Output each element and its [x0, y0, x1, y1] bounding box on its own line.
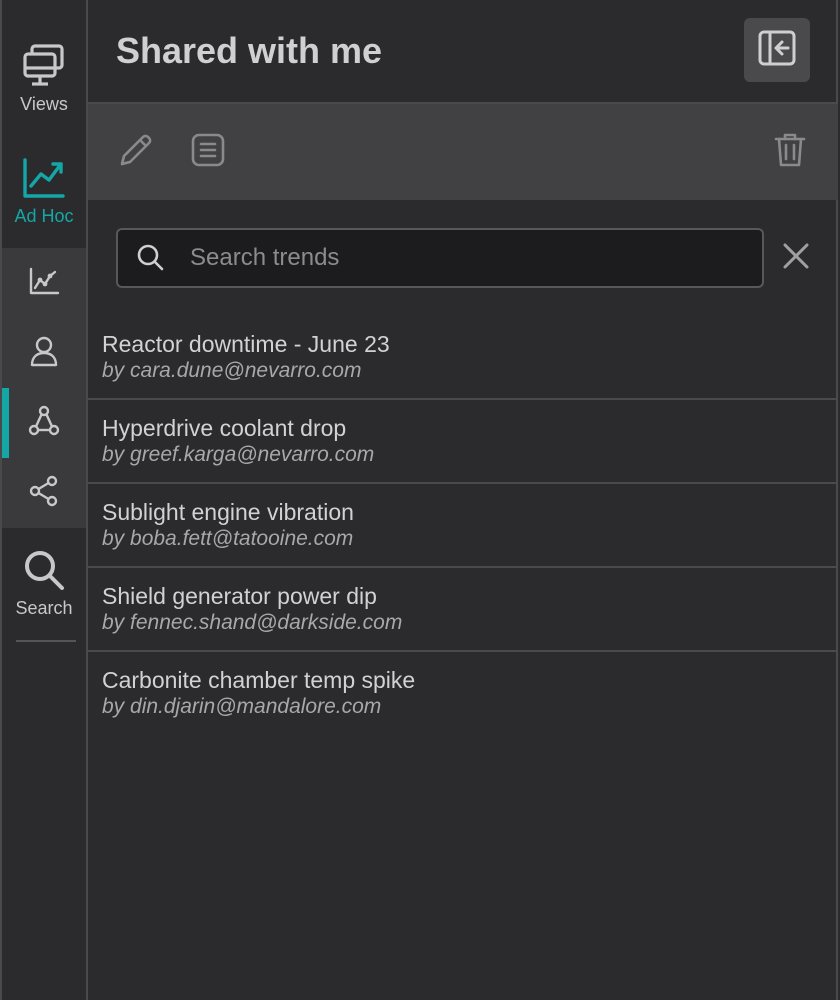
clear-search-button[interactable]	[778, 240, 814, 276]
shared-panel: Shared with me Search trends Reactor dow…	[88, 0, 838, 1000]
trend-title: Reactor downtime - June 23	[102, 331, 390, 357]
search-icon	[22, 548, 66, 592]
rail-divider	[16, 640, 76, 642]
share-icon	[29, 475, 59, 512]
collapse-panel-button[interactable]	[744, 18, 810, 82]
search-box	[116, 228, 764, 288]
user-icon	[29, 335, 59, 372]
list-item[interactable]: Carbonite chamber temp spike by din.djar…	[88, 652, 838, 736]
page-title: Shared with me	[116, 30, 383, 71]
trend-owner: by cara.dune@nevarro.com	[102, 359, 362, 382]
document-list-icon	[191, 133, 225, 172]
views-label: Views	[20, 94, 68, 114]
trend-title: Hyperdrive coolant drop	[102, 415, 347, 441]
trend-title: Sublight engine vibration	[102, 499, 354, 525]
delete-button[interactable]	[770, 132, 810, 172]
close-icon	[782, 242, 810, 275]
trend-owner: by boba.fett@tatooine.com	[102, 527, 354, 550]
trend-chart-icon	[21, 156, 67, 200]
sub-item-network[interactable]	[2, 388, 86, 458]
action-toolbar	[88, 104, 838, 200]
left-rail: Views Ad Hoc Search	[0, 0, 88, 1000]
list-item[interactable]: Hyperdrive coolant drop by greef.karga@n…	[88, 400, 838, 484]
trend-list: Reactor downtime - June 23 by cara.dune@…	[88, 316, 838, 736]
adhoc-submenu	[2, 248, 86, 528]
network-nodes-icon	[28, 405, 60, 442]
collapse-panel-icon	[758, 30, 796, 71]
trend-owner: by greef.karga@nevarro.com	[102, 443, 375, 466]
trash-icon	[774, 132, 806, 173]
trend-owner: by din.djarin@mandalore.com	[102, 695, 382, 718]
list-item[interactable]: Shield generator power dip by fennec.sha…	[88, 568, 838, 652]
details-button[interactable]	[188, 132, 228, 172]
panel-header: Shared with me	[88, 0, 838, 104]
line-chart-icon	[28, 266, 60, 301]
search-input[interactable]	[188, 238, 748, 278]
search-nav-label: Search	[15, 598, 73, 618]
list-item[interactable]: Reactor downtime - June 23 by cara.dune@…	[88, 316, 838, 400]
edit-button[interactable]	[116, 132, 156, 172]
adhoc-label: Ad Hoc	[14, 206, 74, 226]
sub-item-share[interactable]	[2, 458, 86, 528]
search-nav-button[interactable]: Search	[2, 548, 86, 619]
sub-item-user[interactable]	[2, 318, 86, 388]
pencil-icon	[118, 132, 154, 173]
adhoc-button[interactable]: Ad Hoc	[2, 156, 86, 227]
trend-title: Shield generator power dip	[102, 583, 377, 609]
sub-item-trends[interactable]	[2, 248, 86, 318]
trend-owner: by fennec.shand@darkside.com	[102, 611, 403, 634]
monitors-icon	[22, 42, 66, 88]
list-item[interactable]: Sublight engine vibration by boba.fett@t…	[88, 484, 838, 568]
trend-title: Carbonite chamber temp spike	[102, 667, 416, 693]
views-button[interactable]: Views	[2, 42, 86, 115]
search-field-icon	[136, 243, 164, 278]
